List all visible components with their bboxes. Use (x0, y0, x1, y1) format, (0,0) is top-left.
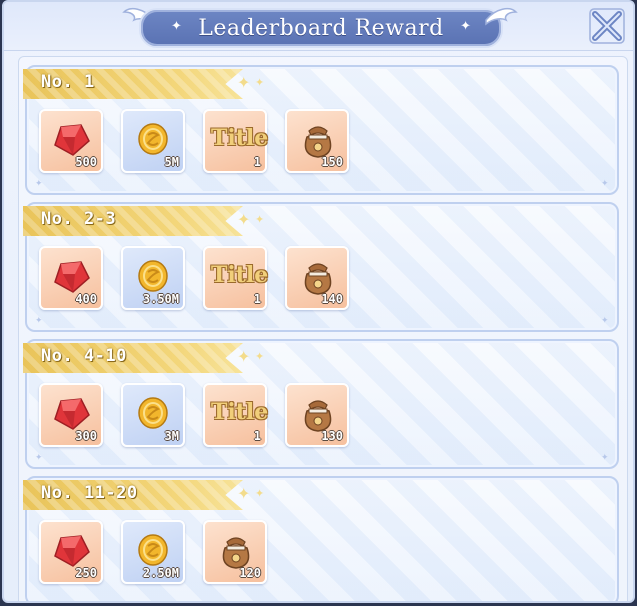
dialog-header: ✦ Leaderboard Reward ✦ (4, 2, 633, 51)
reward-item-title[interactable]: Title 1 (203, 109, 269, 173)
reward-tier-card: No. 11-20 ✦ ✦ 250 2.50M 120 (23, 476, 619, 601)
reward-item-bag[interactable]: 150 (285, 109, 349, 173)
corner-ornament: ✦ (35, 453, 43, 463)
reward-item-bag[interactable]: 120 (203, 520, 267, 584)
corner-ornament: ✦ (35, 316, 43, 326)
right-wing-ornament (485, 7, 518, 26)
rank-ribbon: No. 1 (23, 69, 243, 99)
reward-tier-card: No. 1 ✦ ✦ 500 5M Title 1 150 ✦ ✦ (23, 65, 619, 195)
sparkle-icon: ✦ (237, 484, 251, 503)
leaderboard-reward-dialog: ✦ Leaderboard Reward ✦ No. 1 ✦ ✦ 500 5M … (2, 0, 635, 603)
title-badge-icon: Title (211, 262, 269, 288)
reward-quantity: 3M (164, 429, 179, 443)
rank-label: No. 11-20 (41, 483, 138, 503)
corner-ornament: ✦ (35, 179, 43, 189)
reward-item-gem[interactable]: 500 (39, 109, 103, 173)
sparkle-icon: ✦ (255, 487, 265, 500)
sparkle-icon: ✦ (237, 210, 251, 229)
rank-ribbon: No. 11-20 (23, 480, 243, 510)
reward-quantity: 300 (75, 429, 97, 443)
reward-item-coin[interactable]: 2.50M (121, 520, 185, 584)
reward-item-coin[interactable]: 5M (121, 109, 185, 173)
reward-quantity: 120 (239, 566, 261, 580)
gold-coin-icon (138, 397, 168, 429)
close-icon (589, 8, 625, 44)
sparkle-icon: ✦ (255, 350, 265, 363)
rank-label: No. 1 (41, 72, 95, 92)
sparkle-icon: ✦ (460, 19, 471, 34)
reward-quantity: 1 (253, 429, 261, 443)
reward-quantity: 150 (321, 155, 343, 169)
sparkle-icon: ✦ (171, 19, 182, 34)
reward-item-coin[interactable]: 3M (121, 383, 185, 447)
reward-quantity: 500 (75, 155, 97, 169)
reward-item-gem[interactable]: 300 (39, 383, 103, 447)
sparkle-icon: ✦ (255, 213, 265, 226)
reward-quantity: 400 (75, 292, 97, 306)
gold-coin-icon (138, 123, 168, 155)
dialog-title: Leaderboard Reward (198, 15, 444, 41)
reward-quantity: 140 (321, 292, 343, 306)
reward-quantity: 250 (75, 566, 97, 580)
reward-quantity: 5M (164, 155, 179, 169)
reward-item-gem[interactable]: 400 (39, 246, 103, 310)
red-gem-icon (54, 535, 90, 567)
gold-coin-icon (138, 534, 168, 566)
reward-quantity: 3.50M (142, 292, 179, 306)
reward-tier-list[interactable]: No. 1 ✦ ✦ 500 5M Title 1 150 ✦ ✦ No. 2-3… (18, 56, 628, 601)
reward-item-coin[interactable]: 3.50M (121, 246, 185, 310)
reward-item-title[interactable]: Title 1 (203, 383, 269, 447)
rank-ribbon: No. 2-3 (23, 206, 243, 236)
sparkle-icon: ✦ (237, 347, 251, 366)
red-gem-icon (54, 398, 90, 430)
title-plaque: ✦ Leaderboard Reward ✦ (139, 8, 503, 48)
title-badge-icon: Title (211, 399, 269, 425)
reward-quantity: 1 (253, 155, 261, 169)
reward-item-gem[interactable]: 250 (39, 520, 103, 584)
reward-item-title[interactable]: Title 1 (203, 246, 269, 310)
reward-tier-card: No. 2-3 ✦ ✦ 400 3.50M Title 1 140 ✦ ✦ (23, 202, 619, 332)
corner-ornament: ✦ (601, 453, 609, 463)
sparkle-icon: ✦ (237, 73, 251, 92)
corner-ornament: ✦ (601, 316, 609, 326)
reward-tier-card: No. 4-10 ✦ ✦ 300 3M Title 1 130 ✦ ✦ (23, 339, 619, 469)
corner-ornament: ✦ (601, 179, 609, 189)
reward-quantity: 130 (321, 429, 343, 443)
rank-label: No. 2-3 (41, 209, 117, 229)
close-button[interactable] (587, 6, 627, 46)
gold-coin-icon (138, 260, 168, 292)
red-gem-icon (54, 124, 90, 156)
sparkle-icon: ✦ (255, 76, 265, 89)
reward-quantity: 2.50M (142, 566, 179, 580)
title-badge-icon: Title (211, 125, 269, 151)
rank-ribbon: No. 4-10 (23, 343, 243, 373)
reward-quantity: 1 (253, 292, 261, 306)
red-gem-icon (54, 261, 90, 293)
rank-label: No. 4-10 (41, 346, 127, 366)
reward-item-bag[interactable]: 130 (285, 383, 349, 447)
reward-item-bag[interactable]: 140 (285, 246, 349, 310)
